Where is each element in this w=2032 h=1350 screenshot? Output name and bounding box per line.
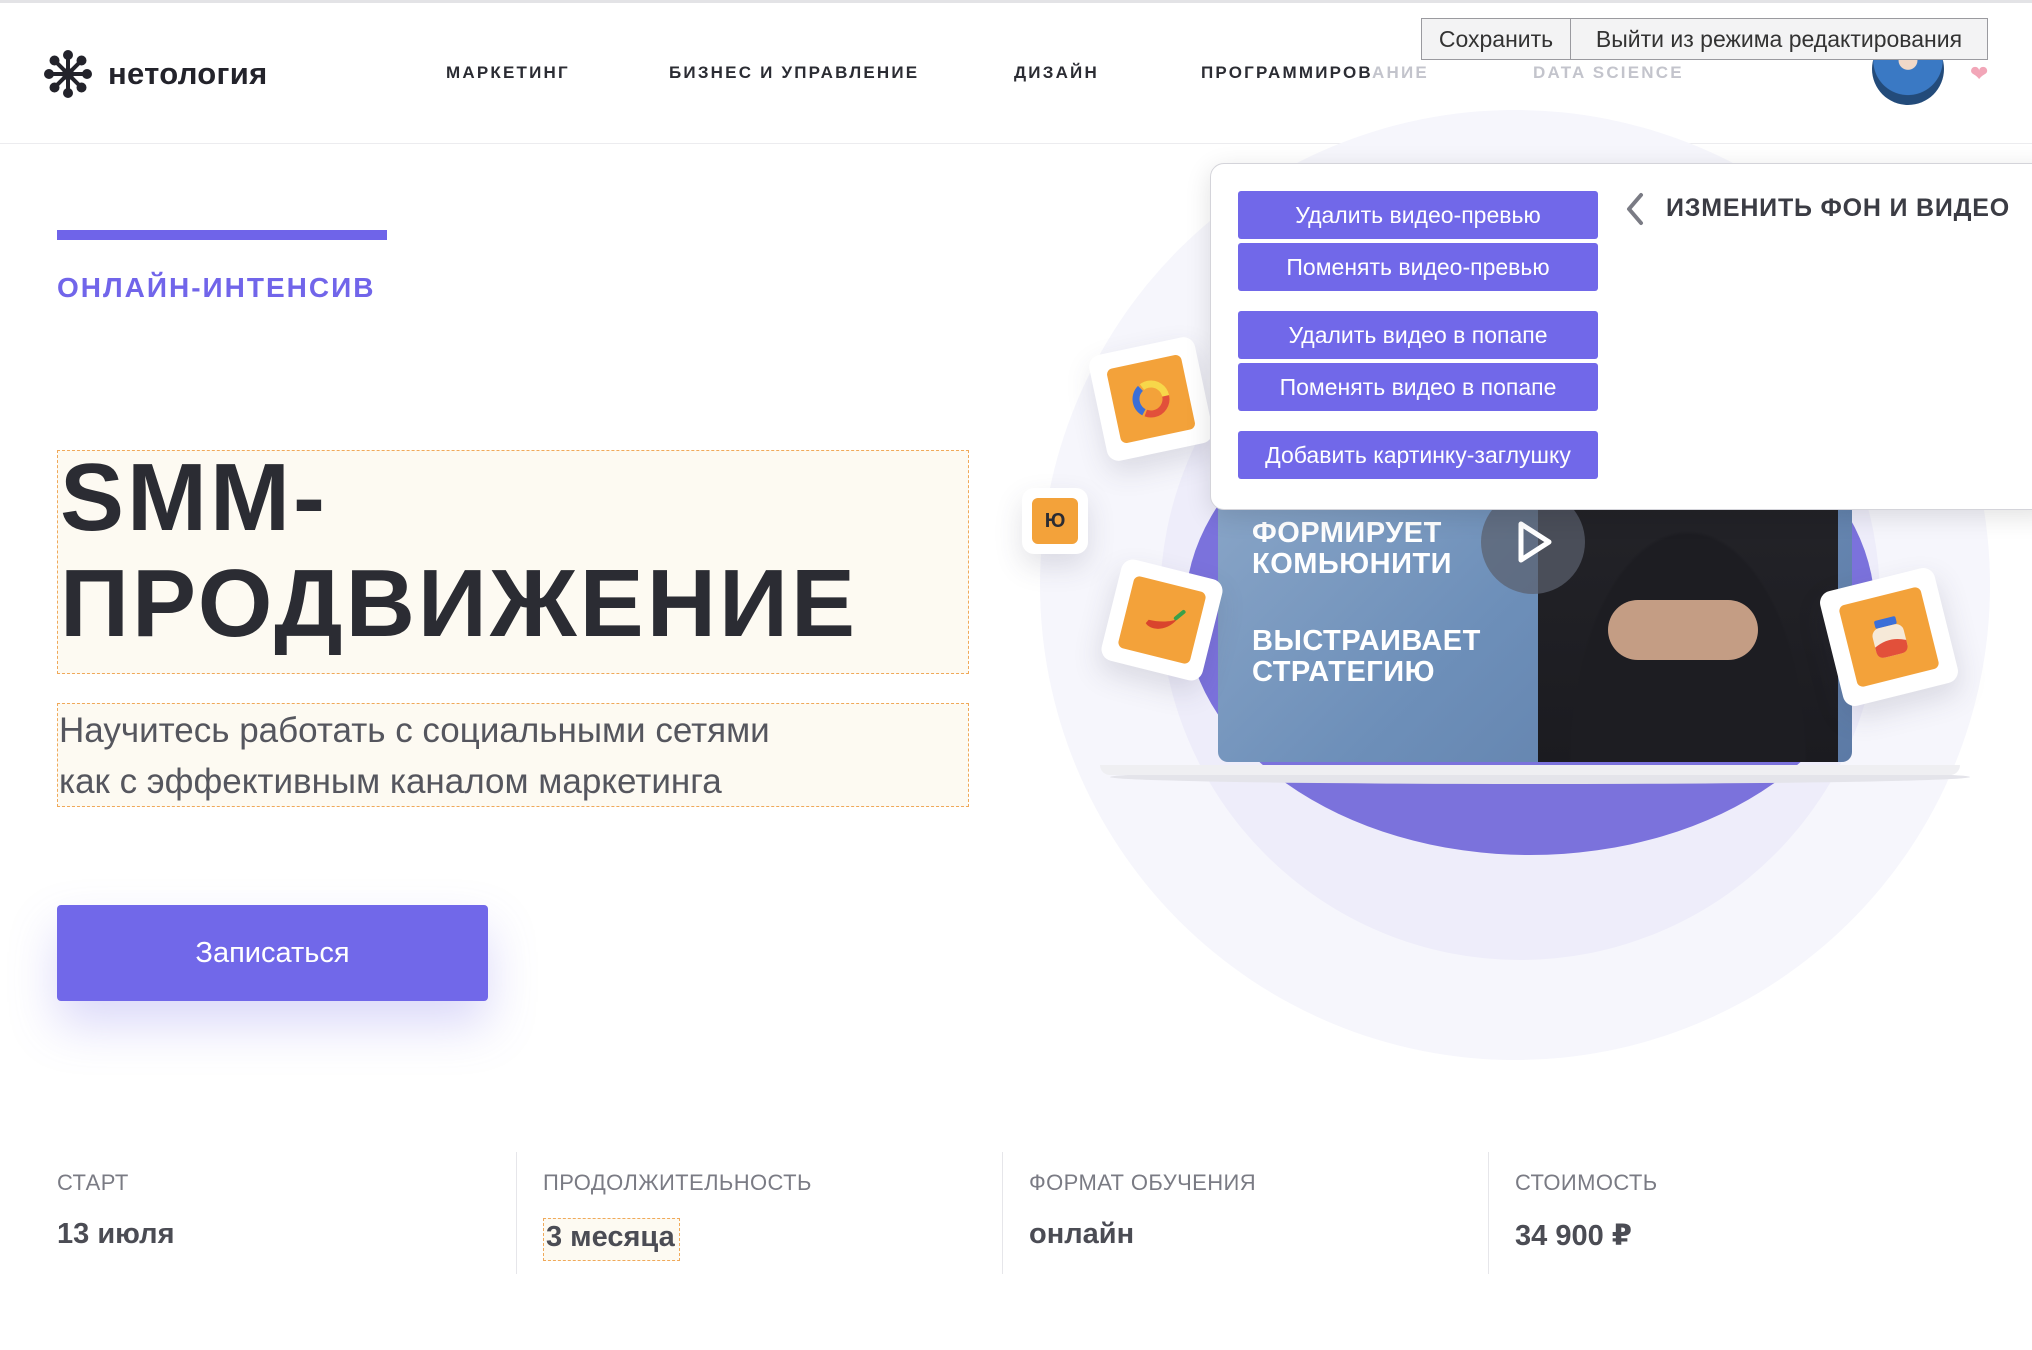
tile-analytics <box>1086 334 1216 464</box>
heart-icon[interactable]: ❤ <box>1970 61 1988 87</box>
stat-price: СТОИМОСТЬ 34 900 ₽ <box>1515 1170 1995 1270</box>
course-type-label: ОНЛАЙН-ИНТЕНСИВ <box>57 272 376 303</box>
stat-start: СТАРТ 13 июля <box>57 1170 537 1270</box>
stat-duration-value[interactable]: 3 месяца <box>543 1218 680 1261</box>
stat-format-label: ФОРМАТ ОБУЧЕНИЯ <box>1029 1170 1257 1195</box>
enroll-button[interactable]: Записаться <box>57 905 488 1001</box>
chevron-left-icon <box>1627 193 1643 225</box>
stat-duration: ПРОДОЛЖИТЕЛЬНОСТЬ 3 месяца <box>543 1170 1023 1270</box>
delete-video-preview-button[interactable]: Удалить видео-превью <box>1238 191 1598 239</box>
course-title-line1: SMM- <box>60 444 328 551</box>
stat-duration-label: ПРОДОЛЖИТЕЛЬНОСТЬ <box>543 1170 812 1195</box>
change-popup-video-button[interactable]: Поменять видео в попапе <box>1238 363 1598 411</box>
panel-title: ИЗМЕНИТЬ ФОН И ВИДЕО <box>1666 194 2010 222</box>
nav-marketing[interactable]: МАРКЕТИНГ <box>446 63 570 83</box>
delete-popup-video-button[interactable]: Удалить видео в попапе <box>1238 311 1598 359</box>
tile-small-label: Ю <box>1032 498 1078 544</box>
nav-business[interactable]: БИЗНЕС И УПРАВЛЕНИЕ <box>669 63 919 83</box>
logo[interactable]: нетология <box>42 48 267 100</box>
donut-chart-icon <box>1132 380 1170 418</box>
stat-start-value: 13 июля <box>57 1218 175 1250</box>
presenter-hands <box>1608 600 1758 660</box>
exit-edit-mode-button[interactable]: Выйти из режима редактирования <box>1570 18 1988 60</box>
video-preview[interactable]: ФОРМИРУЕТ КОМЬЮНИТИ ВЫСТРАИВАЕТ СТРАТЕГИ… <box>1218 470 1852 762</box>
course-title-line2: ПРОДВИЖЕНИЕ <box>60 550 859 657</box>
nav-data-science[interactable]: DATA SCIENCE <box>1533 63 1684 83</box>
tile-small: Ю <box>1022 488 1088 554</box>
edit-background-panel: Удалить видео-превью Поменять видео-прев… <box>1210 163 2032 510</box>
course-subtitle-line2: как с эффективным каналом маркетинга <box>59 762 722 801</box>
stat-price-label: СТОИМОСТЬ <box>1515 1170 1658 1195</box>
nav-programming[interactable]: ПРОГРАММИРОВАНИЕ <box>1201 63 1429 83</box>
logo-icon <box>44 50 92 98</box>
course-subtitle[interactable]: Научитесь работать с социальными сетями … <box>59 705 919 807</box>
video-caption-2: ВЫСТРАИВАЕТ СТРАТЕГИЮ <box>1252 626 1552 688</box>
logo-text: нетология <box>108 56 268 91</box>
course-title[interactable]: SMM- ПРОДВИЖЕНИЕ <box>60 445 960 657</box>
stat-format: ФОРМАТ ОБУЧЕНИЯ онлайн <box>1029 1170 1509 1270</box>
nav-programming-faded: АНИЕ <box>1372 63 1429 82</box>
play-icon <box>1518 521 1552 563</box>
stat-start-label: СТАРТ <box>57 1170 129 1195</box>
video-caption-line3: ВЫСТРАИВАЕТ <box>1252 625 1481 657</box>
save-button[interactable]: Сохранить <box>1421 18 1571 60</box>
laptop-base <box>1100 765 1960 775</box>
stat-price-value: 34 900 ₽ <box>1515 1220 1632 1252</box>
add-placeholder-image-button[interactable]: Добавить картинку-заглушку <box>1238 431 1598 479</box>
stat-divider <box>1002 1152 1003 1274</box>
jar-icon <box>1872 616 1908 658</box>
nav-design[interactable]: ДИЗАЙН <box>1014 63 1099 83</box>
nav-programming-visible: ПРОГРАММИРОВ <box>1201 63 1373 82</box>
video-caption-line4: СТРАТЕГИЮ <box>1252 656 1435 688</box>
back-chevron-icon[interactable] <box>1621 189 1649 229</box>
change-video-preview-button[interactable]: Поменять видео-превью <box>1238 243 1598 291</box>
pepper-icon <box>1145 609 1186 629</box>
stat-divider <box>1488 1152 1489 1274</box>
course-subtitle-line1: Научитесь работать с социальными сетями <box>59 711 770 750</box>
accent-line <box>57 230 387 240</box>
stat-format-value: онлайн <box>1029 1218 1135 1250</box>
stat-divider <box>516 1152 517 1274</box>
